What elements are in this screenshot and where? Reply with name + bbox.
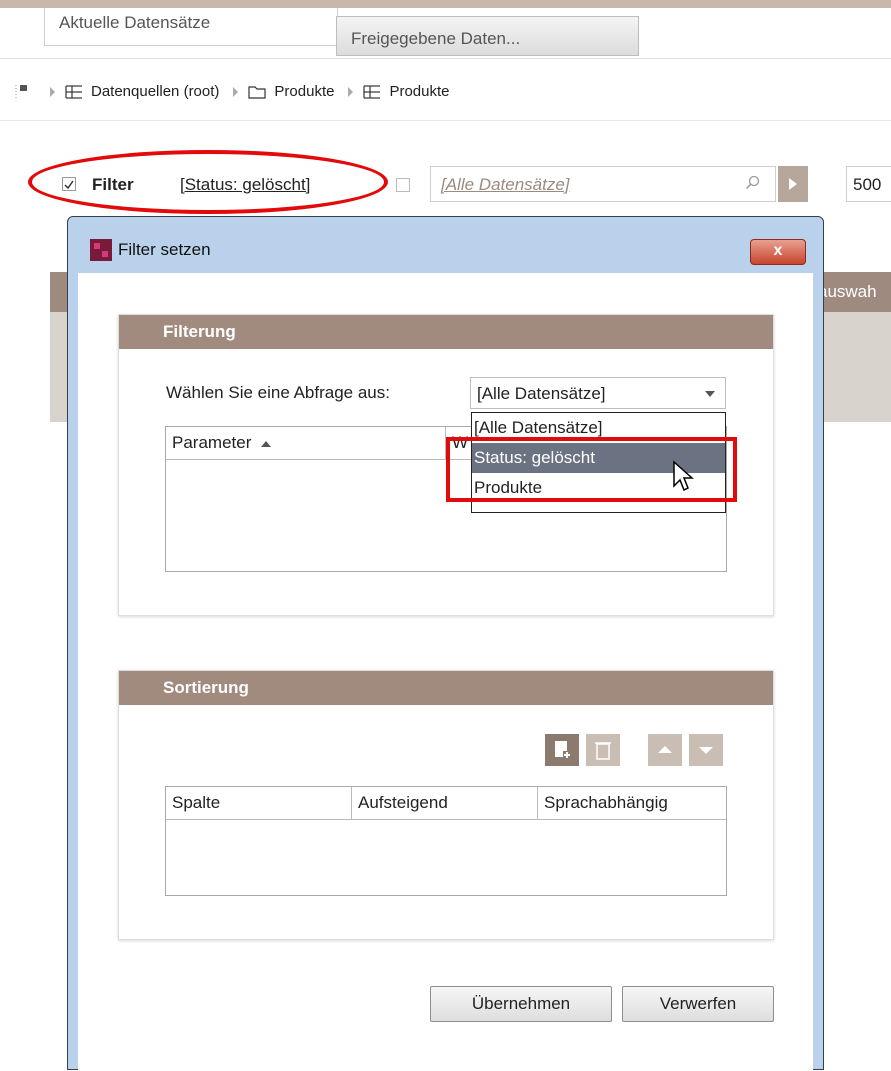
search-input[interactable]: [Alle Datensätze] (430, 166, 776, 202)
parameter-column-header[interactable]: Parameter (166, 427, 446, 459)
dialog-title: Filter setzen (118, 240, 211, 259)
dialog-title-bar: Filter setzen (90, 239, 211, 261)
breadcrumb-item-folder[interactable]: Produkte (233, 83, 334, 100)
table-icon (65, 84, 82, 99)
chevron-right-icon (233, 86, 239, 97)
column-header-spalte[interactable]: Spalte (166, 787, 352, 819)
breadcrumb-label: Datenquellen (root) (91, 83, 220, 100)
divider (0, 120, 891, 121)
breadcrumb-root-icon[interactable] (14, 84, 36, 100)
search-go-button[interactable] (778, 166, 808, 202)
query-selected-value: [Alle Datensätze] (477, 384, 606, 403)
chevron-right-icon (50, 86, 55, 97)
divider (0, 58, 891, 59)
breadcrumb-label: Produkte (389, 83, 450, 100)
search-placeholder: [Alle Datensätze] (441, 175, 570, 194)
breadcrumb-item-root[interactable]: Datenquellen (root) (50, 83, 219, 100)
app-logo-icon (90, 239, 112, 261)
search-icon (745, 175, 760, 190)
folder-icon (248, 85, 267, 99)
tab-shared-data[interactable]: Freigegebene Daten... (336, 16, 639, 56)
list-column-label: auswah (818, 282, 877, 301)
add-document-icon (555, 741, 571, 759)
close-button[interactable]: x (750, 239, 806, 265)
query-label: Wählen Sie eine Abfrage aus: (166, 383, 390, 402)
filtering-header: Filterung (119, 315, 773, 349)
tab-current-records[interactable]: Aktuelle Datensätze (44, 8, 338, 46)
tree-icon (15, 84, 27, 99)
add-sort-button[interactable] (545, 734, 579, 766)
breadcrumb-label: Produkte (274, 83, 335, 100)
move-up-button[interactable] (648, 734, 682, 766)
top-border (0, 0, 891, 8)
delete-sort-button[interactable] (586, 734, 620, 766)
table-icon (363, 84, 381, 99)
query-select[interactable]: [Alle Datensätze] (470, 377, 726, 409)
apply-button[interactable]: Übernehmen (430, 986, 612, 1022)
trash-icon (595, 742, 611, 760)
option-checkbox[interactable] (396, 178, 410, 192)
chevron-right-icon (348, 86, 354, 97)
breadcrumb: Datenquellen (root) Produkte Produkte (14, 83, 464, 100)
page-size-field[interactable]: 500 (846, 166, 891, 202)
discard-button[interactable]: Verwerfen (622, 986, 774, 1022)
sort-ascending-icon (261, 440, 272, 447)
arrow-up-icon (658, 746, 672, 753)
column-header-aufsteigend[interactable]: Aufsteigend (352, 787, 538, 819)
mouse-cursor-icon (673, 460, 694, 492)
move-down-button[interactable] (689, 734, 723, 766)
column-header-sprachabhaengig[interactable]: Sprachabhängig (538, 787, 726, 819)
sorting-header: Sortierung (119, 671, 773, 705)
chevron-down-icon (705, 391, 715, 397)
sorting-table: Spalte Aufsteigend Sprachabhängig (165, 786, 727, 896)
breadcrumb-item-table[interactable]: Produkte (348, 83, 450, 100)
highlight-oval (28, 150, 388, 214)
arrow-down-icon (699, 747, 713, 754)
